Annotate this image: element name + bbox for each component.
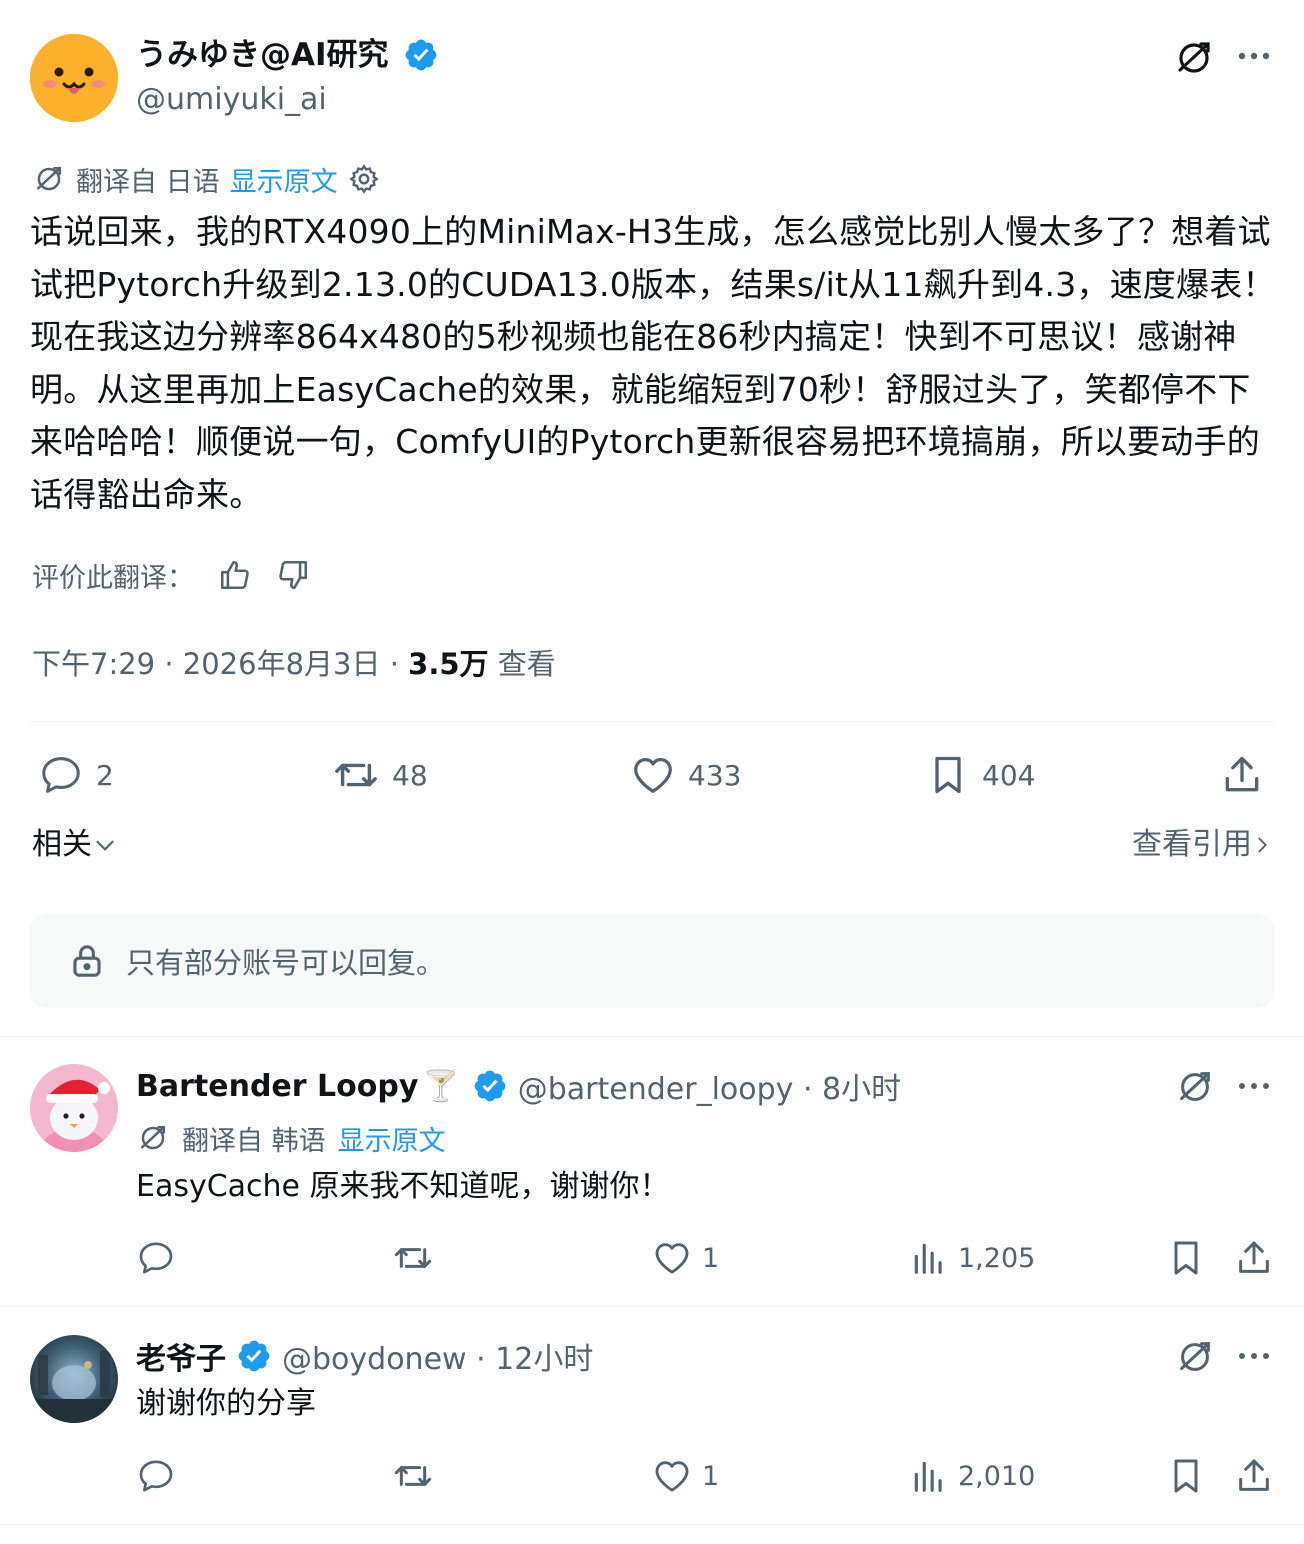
retweet-icon [394,1248,432,1268]
like-button[interactable]: 1 [652,1456,719,1496]
thumbs-up-icon[interactable] [218,558,252,592]
views-button[interactable]: 2,010 [910,1456,1035,1496]
view-quotes-link[interactable]: 查看引用 [1132,823,1274,867]
reply-translation-notice: 翻译自 韩语 显示原文 [136,1118,446,1158]
no-translate-icon[interactable] [1172,36,1216,80]
divider [30,721,1274,722]
reply-avatar[interactable] [30,1064,118,1152]
translation-notice: 翻译自 日语 显示原文 [32,160,380,198]
share-button[interactable] [1234,1238,1274,1278]
tweet-text: 话说回来，我的RTX4090上的MiniMax-H3生成，怎么感觉比别人慢太多了… [30,212,1276,514]
view-quotes-label: 查看引用 [1132,827,1252,862]
views-button[interactable]: 1,205 [910,1238,1035,1278]
share-icon [1239,1459,1269,1491]
verified-badge-icon [472,1068,508,1104]
reply-author-name[interactable]: Bartender Loopy [136,1069,418,1104]
chevron-down-icon [92,832,118,858]
no-translate-icon [32,162,66,196]
thumbs-down-icon[interactable] [276,558,310,592]
reply-button[interactable] [136,1456,176,1496]
retweet-icon [332,752,380,798]
retweet-count: 48 [392,758,428,792]
bookmark-icon [926,752,970,798]
speech-bubble-icon [139,1460,173,1492]
bar-chart-icon [914,1461,942,1492]
reply-text: EasyCache 原来我不知道呢，谢谢你！ [136,1169,670,1204]
verified-badge-icon [403,37,439,73]
gear-icon[interactable] [348,163,380,195]
reply-handle-time[interactable]: @boydonew · 12小时 [282,1334,593,1378]
no-translate-icon [136,1121,170,1155]
like-count: 1 [702,1460,720,1492]
views-count: 3.5万 [408,647,489,681]
translated-from-label: 翻译自 韩语 [182,1125,326,1157]
tweet-timestamp[interactable]: 下午7:29 · 2026年8月3日 · [32,647,408,681]
reply-author-emoji: 🍸 [422,1068,460,1104]
bookmark-button[interactable] [1166,1456,1206,1496]
more-dots-icon[interactable] [1236,1066,1276,1108]
like-button[interactable]: 1 [652,1238,719,1278]
show-original-link[interactable]: 显示原文 [230,160,338,199]
reply-restriction-text: 只有部分账号可以回复。 [126,946,446,980]
reply-handle-time[interactable]: @bartender_loopy · 8小时 [518,1064,901,1108]
bookmark-button[interactable] [1166,1238,1206,1278]
views-count: 2,010 [958,1460,1036,1492]
reply-header: Bartender Loopy 🍸 @bartender_loopy · 8小时 [136,1064,901,1108]
reply-count: 2 [96,758,114,792]
reply-button[interactable] [136,1238,176,1278]
translated-from-label: 翻译自 日语 [76,166,220,198]
reply-button[interactable]: 2 [38,752,114,798]
share-icon [1220,752,1264,798]
tweet-meta: 下午7:29 · 2026年8月3日 · 3.5万 查看 [32,642,556,686]
rate-translation: 评价此翻译： [32,553,310,597]
divider [0,1036,1304,1037]
reply-author-name[interactable]: 老爷子 [136,1334,226,1378]
bookmark-button[interactable]: 404 [926,752,1035,798]
like-count: 1 [702,1242,720,1274]
related-label: 相关 [32,827,92,862]
heart-icon [655,1243,689,1274]
reply-text: 谢谢你的分享 [136,1386,316,1421]
lock-icon [70,942,104,980]
retweet-icon [394,1466,432,1486]
retweet-button[interactable]: 48 [332,752,428,798]
related-toggle[interactable]: 相关 [32,823,118,867]
share-button[interactable] [1234,1456,1274,1496]
views-count: 1,205 [958,1242,1036,1274]
no-translate-icon[interactable] [1174,1336,1216,1378]
share-button[interactable] [1220,752,1264,798]
no-translate-icon[interactable] [1174,1066,1216,1108]
share-icon [1239,1241,1269,1273]
author-avatar[interactable] [30,34,118,122]
more-dots-icon[interactable] [1236,36,1276,80]
speech-bubble-icon [38,752,84,798]
bookmark-count: 404 [982,758,1036,792]
reply-header: 老爷子 @boydonew · 12小时 [136,1334,593,1378]
like-count: 433 [688,758,742,792]
bookmark-icon [1174,1459,1198,1493]
bar-chart-icon [914,1243,942,1274]
views-label: 查看 [488,647,556,681]
speech-bubble-icon [139,1242,173,1274]
reply-restriction-box: 只有部分账号可以回复。 [30,914,1274,1008]
show-original-link[interactable]: 显示原文 [338,1119,446,1158]
reply-avatar[interactable] [30,1335,118,1423]
divider [0,1524,1304,1525]
bookmark-icon [1174,1241,1198,1275]
divider [0,1306,1304,1307]
chevron-right-icon [1252,832,1274,858]
retweet-button[interactable] [392,1456,434,1496]
author-name[interactable]: うみゆき@AI研究 [136,34,389,76]
verified-badge-icon [236,1338,272,1374]
heart-icon [630,752,676,798]
like-button[interactable]: 433 [630,752,741,798]
author-handle[interactable]: @umiyuki_ai [136,80,327,120]
retweet-button[interactable] [392,1238,434,1278]
heart-icon [655,1461,689,1492]
rate-translation-label: 评价此翻译： [32,562,194,594]
more-dots-icon[interactable] [1236,1336,1276,1378]
